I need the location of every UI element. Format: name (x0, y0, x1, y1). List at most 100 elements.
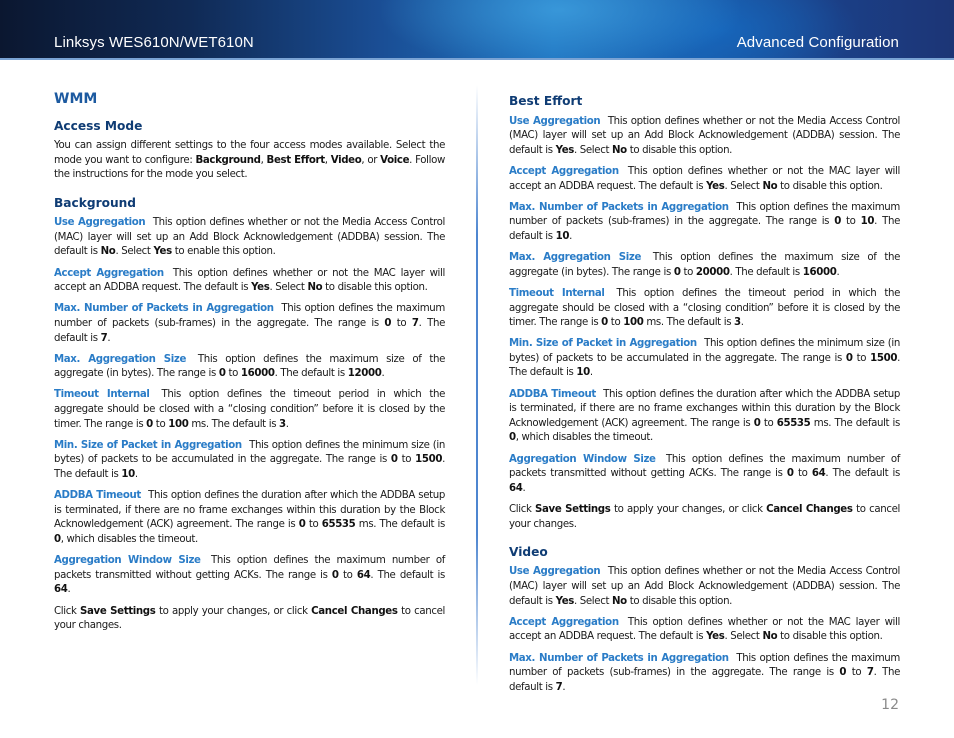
value: 65535 (776, 417, 811, 429)
page-number: 12 (881, 697, 899, 713)
value: Yes (555, 144, 575, 156)
text: Click (54, 605, 81, 617)
value: 0 (509, 432, 516, 444)
save-settings-label: Save Settings (535, 504, 611, 515)
text: to disable this option. (777, 180, 883, 192)
text: ms. The default is (810, 417, 901, 429)
heading-background: Background (54, 195, 137, 210)
term-label: Accept Aggregation (509, 616, 619, 628)
right-column: Best Effort Use Aggregation This option … (509, 94, 900, 702)
term-label: Timeout Internal (509, 287, 605, 299)
value: 1500 (415, 454, 443, 466)
value: 100 (168, 418, 189, 430)
value: No (100, 246, 116, 258)
option-addba-timeout: ADDBA Timeout This option defines the du… (54, 489, 445, 547)
option-max-packets: Max. Number of Packets in Aggregation Th… (54, 302, 445, 346)
text: Click (509, 504, 536, 515)
option-aggregation-window-size: Aggregation Window Size This option defi… (54, 554, 445, 598)
text: to (305, 519, 322, 531)
term-label: Accept Aggregation (54, 267, 164, 279)
text: ms. The default is (643, 317, 735, 329)
term-label: Use Aggregation (509, 566, 601, 578)
value: 10 (576, 367, 590, 379)
value: 64 (356, 569, 371, 581)
text: . (589, 367, 593, 379)
column-divider (476, 85, 478, 685)
text: to disable this option. (322, 282, 428, 294)
term-label: Min. Size of Packet in Aggregation (509, 338, 697, 350)
option-accept-aggregation: Accept Aggregation This option defines w… (509, 616, 900, 645)
text: , which disables the timeout. (515, 432, 653, 444)
mode-best-effort: Best Effort (266, 154, 326, 166)
heading-access-mode: Access Mode (54, 118, 143, 133)
term-label: Max. Number of Packets in Aggregation (509, 201, 729, 213)
text: . The default is (274, 368, 348, 380)
option-min-packet-size: Min. Size of Packet in Aggregation This … (54, 439, 445, 483)
access-mode-paragraph: You can assign different settings to the… (54, 139, 445, 183)
value: 0 (673, 266, 681, 278)
option-timeout-internal: Timeout Internal This option defines the… (509, 287, 900, 331)
value: 64 (811, 468, 826, 480)
term-label: ADDBA Timeout (509, 388, 596, 400)
text: , which disables the timeout. (60, 534, 198, 545)
text: . Select (115, 246, 154, 258)
term-label: Aggregation Window Size (509, 453, 656, 465)
value: No (612, 595, 627, 607)
text: to disable this option. (777, 631, 883, 643)
text: . (569, 230, 572, 242)
term-label: ADDBA Timeout (54, 490, 141, 502)
value: Yes (706, 180, 725, 192)
value: No (612, 144, 627, 156)
page-header-banner: Linksys WES610N/WET610N Advanced Configu… (0, 0, 954, 60)
value: 10 (121, 469, 135, 481)
term-label: Use Aggregation (509, 115, 601, 127)
text: . (562, 681, 566, 693)
text: to (152, 418, 169, 430)
value: 0 (601, 317, 608, 329)
term-label: Max. Aggregation Size (509, 252, 642, 264)
value: 20000 (695, 266, 730, 278)
option-timeout-internal: Timeout Internal This option defines the… (54, 388, 445, 432)
cancel-changes-label: Cancel Changes (766, 504, 853, 515)
text: . (107, 332, 111, 344)
chapter-title: Advanced Configuration (736, 34, 899, 51)
text: to apply your changes, or click (155, 605, 312, 617)
value: 64 (54, 584, 68, 596)
option-accept-aggregation: Accept Aggregation This option defines w… (54, 267, 445, 296)
option-use-aggregation: Use Aggregation This option defines whet… (54, 216, 445, 260)
option-min-packet-size: Min. Size of Packet in Aggregation This … (509, 337, 900, 381)
option-addba-timeout: ADDBA Timeout This option defines the du… (509, 388, 900, 446)
text: to (852, 352, 871, 364)
value: Yes (153, 246, 172, 258)
text: , or (361, 154, 381, 166)
term-label: Max. Aggregation Size (54, 353, 187, 365)
mode-background: Background (195, 154, 261, 166)
text: to (760, 417, 777, 429)
value: 3 (734, 317, 741, 329)
option-accept-aggregation: Accept Aggregation This option defines w… (509, 165, 900, 194)
term-label: Min. Size of Packet in Aggregation (54, 439, 242, 451)
text: . The default is (825, 468, 900, 480)
value: Yes (251, 282, 270, 294)
save-settings-note: Click Save Settings to apply your change… (54, 605, 445, 634)
product-name: Linksys WES610N/WET610N (54, 34, 254, 51)
text: to (391, 317, 412, 329)
value: 10 (860, 216, 875, 228)
term-label: Accept Aggregation (509, 165, 619, 177)
text: . Select (724, 180, 763, 192)
term-label: Timeout Internal (54, 389, 150, 401)
text: to apply your changes, or click (610, 504, 767, 515)
value: 64 (509, 482, 523, 494)
value: 12000 (347, 368, 382, 380)
value: Yes (706, 631, 725, 643)
term-label: Use Aggregation (54, 217, 146, 229)
value: 100 (623, 317, 644, 329)
option-aggregation-window-size: Aggregation Window Size This option defi… (509, 453, 900, 497)
option-use-aggregation: Use Aggregation This option defines whet… (509, 565, 900, 609)
text: . (381, 368, 385, 380)
value: 0 (834, 216, 841, 228)
text: . The default is (370, 569, 445, 581)
text: to (793, 468, 812, 480)
mode-video: Video (330, 154, 362, 166)
value: 3 (279, 418, 286, 430)
